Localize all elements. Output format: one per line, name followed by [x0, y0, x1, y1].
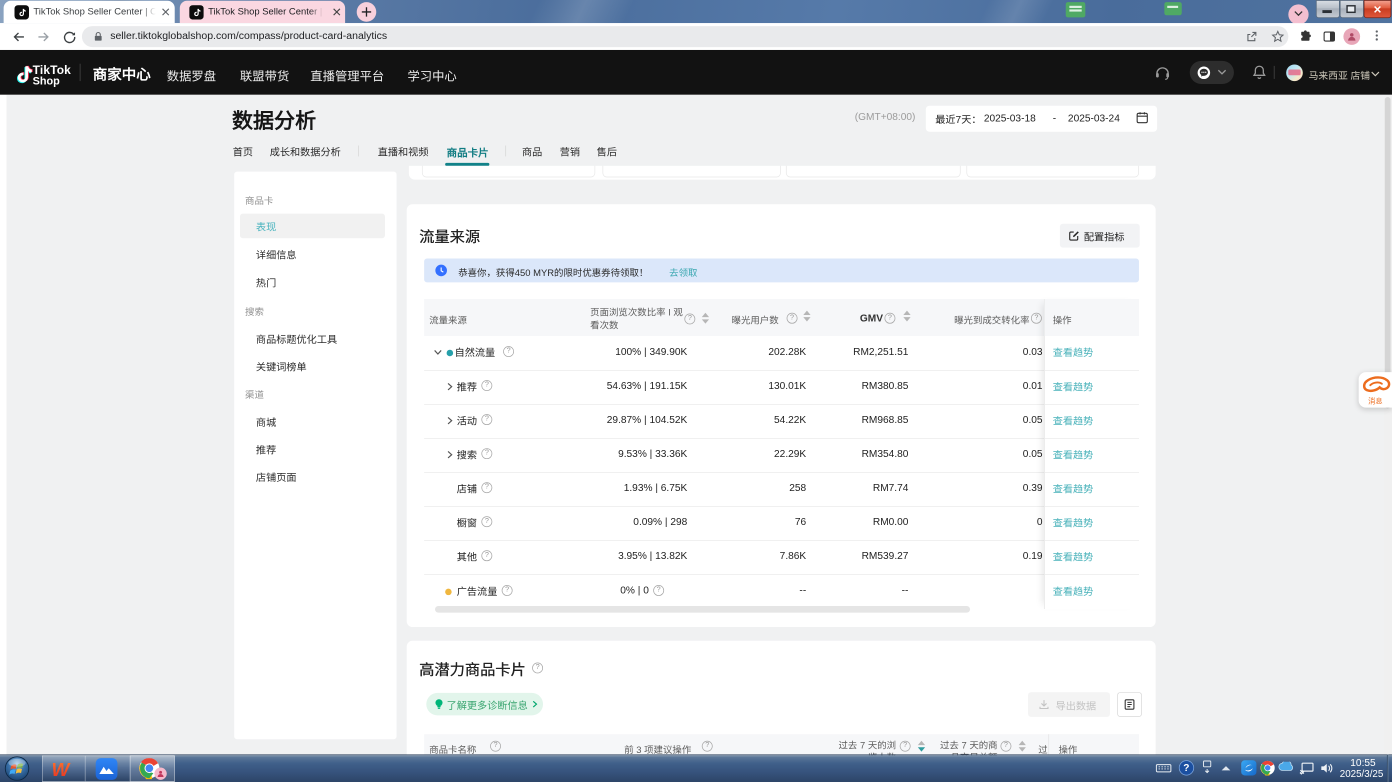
svg-text:W: W: [51, 759, 71, 780]
